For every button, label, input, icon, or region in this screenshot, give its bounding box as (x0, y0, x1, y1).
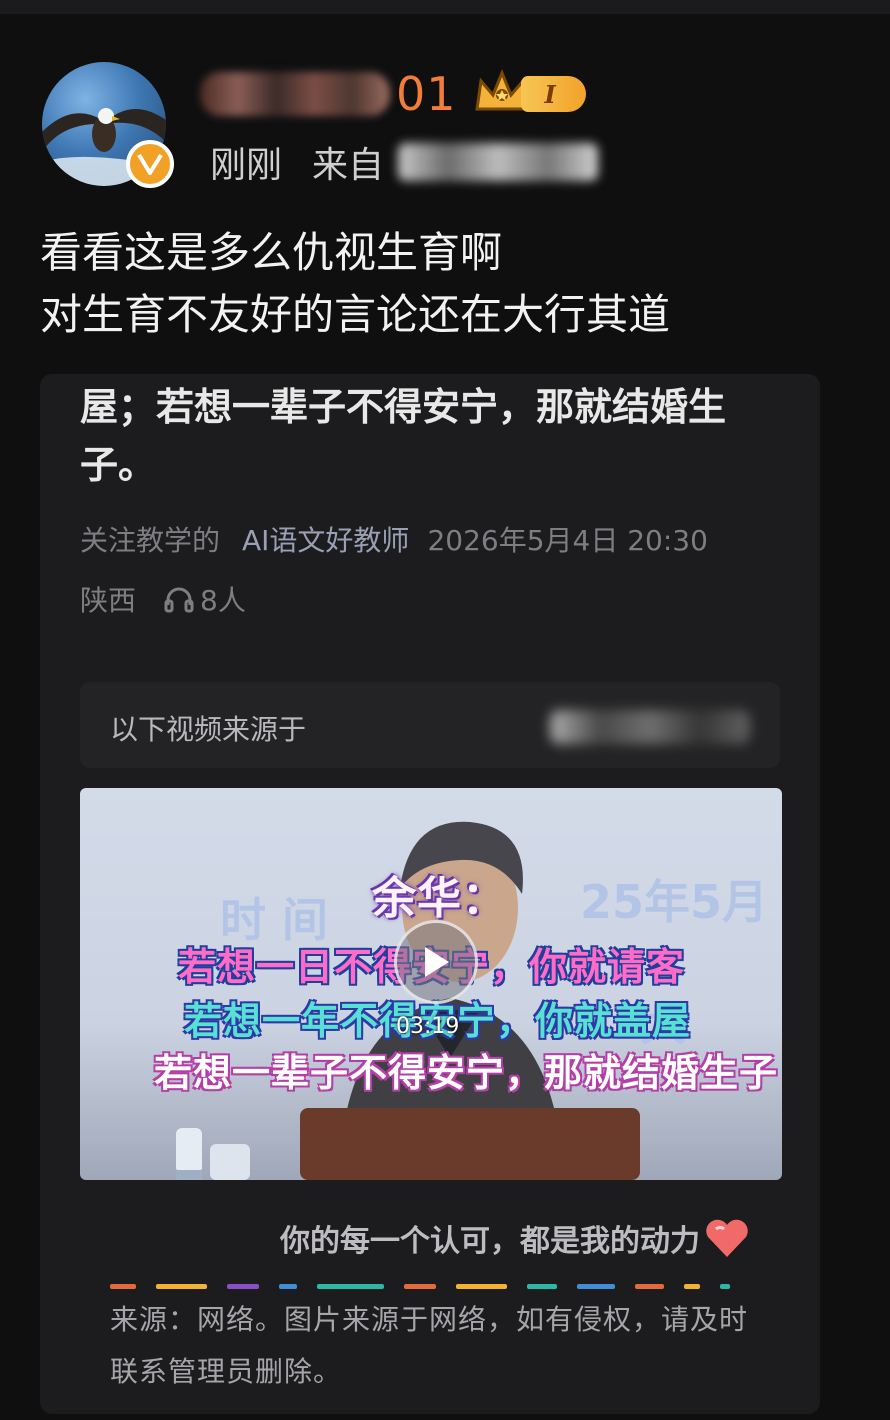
article-quote: 屋；若想一辈子不得安宁，那就结婚生子。 (80, 385, 727, 487)
post-text: 看看这是多么仇视生育啊 对生育不友好的言论还在大行其道 (40, 222, 670, 346)
username-suffix: 01 (396, 67, 457, 121)
divider-segment (316, 1284, 385, 1289)
video-source-box[interactable]: 以下视频来源于 (80, 682, 780, 768)
level-badge: I (520, 76, 586, 112)
post-text-line: 看看这是多么仇视生育啊 (40, 228, 503, 277)
water-bottle (176, 1128, 202, 1180)
divider-segment (110, 1284, 136, 1289)
play-icon (425, 947, 449, 977)
divider-segment (684, 1284, 701, 1289)
video-player[interactable]: 时 间 25年5月 大 余华： 若想一日不得安宁，你就请客 若想一年不得安宁，你… (80, 788, 782, 1180)
verified-badge-icon (126, 140, 174, 188)
shared-article-card[interactable]: 屋；若想一辈子不得安宁，那就结婚生子。 关注教学的 AI语文好教师 2026年5月4… (40, 374, 820, 1414)
username[interactable]: 01 I (200, 66, 586, 122)
redacted-video-source (550, 710, 750, 744)
chair (300, 1108, 640, 1180)
divider-segment (278, 1284, 297, 1289)
divider-segment (634, 1284, 665, 1289)
headphone-icon (164, 587, 194, 613)
author-prefix: 关注教学的 (80, 524, 221, 557)
article-location: 陕西 (80, 584, 137, 617)
listener-count-text: 8人 (200, 584, 246, 617)
post-meta: 刚刚 来自 (210, 136, 599, 188)
article-footnote: 来源：网络。图片来源于网络，如有侵权，请及时联系管理员删除。 (110, 1303, 749, 1388)
divider-segment (227, 1284, 259, 1289)
backdrop-text: 25年5月 (580, 875, 769, 929)
divider-segment (404, 1284, 436, 1289)
redacted-source (398, 143, 599, 181)
cup (210, 1144, 250, 1180)
motto-text: 你的每一个认可，都是我的动力 (280, 1224, 700, 1259)
divider-segment (576, 1284, 615, 1289)
from-label: 来自 (312, 145, 385, 186)
divider-segment (527, 1284, 557, 1289)
status-bar (0, 0, 890, 14)
listener-count: 8人 (164, 579, 246, 619)
redacted-username (200, 72, 390, 116)
article-author: 关注教学的 AI语文好教师 2026年5月4日 20:30 (80, 519, 708, 559)
divider-segment (455, 1284, 508, 1289)
video-duration: 03:19 (396, 1014, 460, 1039)
article-motto: 你的每一个认可，都是我的动力 (280, 1216, 750, 1260)
post-time: 刚刚 (210, 145, 283, 186)
article-location-row: 陕西 8人 (80, 579, 246, 619)
video-subtitle-title: 余华： (372, 873, 507, 924)
author-name-link[interactable]: AI语文好教师 (242, 524, 409, 557)
video-source-label: 以下视频来源于 (110, 713, 307, 746)
play-button[interactable] (394, 920, 478, 1004)
color-divider (110, 1284, 750, 1289)
post-text-line: 对生育不友好的言论还在大行其道 (40, 290, 671, 339)
divider-segment (720, 1284, 731, 1289)
heart-icon (706, 1219, 748, 1257)
divider-segment (155, 1284, 208, 1289)
article-datetime: 2026年5月4日 20:30 (427, 524, 708, 557)
video-subtitle-line: 若想一辈子不得安宁，那就结婚生子 (154, 1051, 779, 1095)
